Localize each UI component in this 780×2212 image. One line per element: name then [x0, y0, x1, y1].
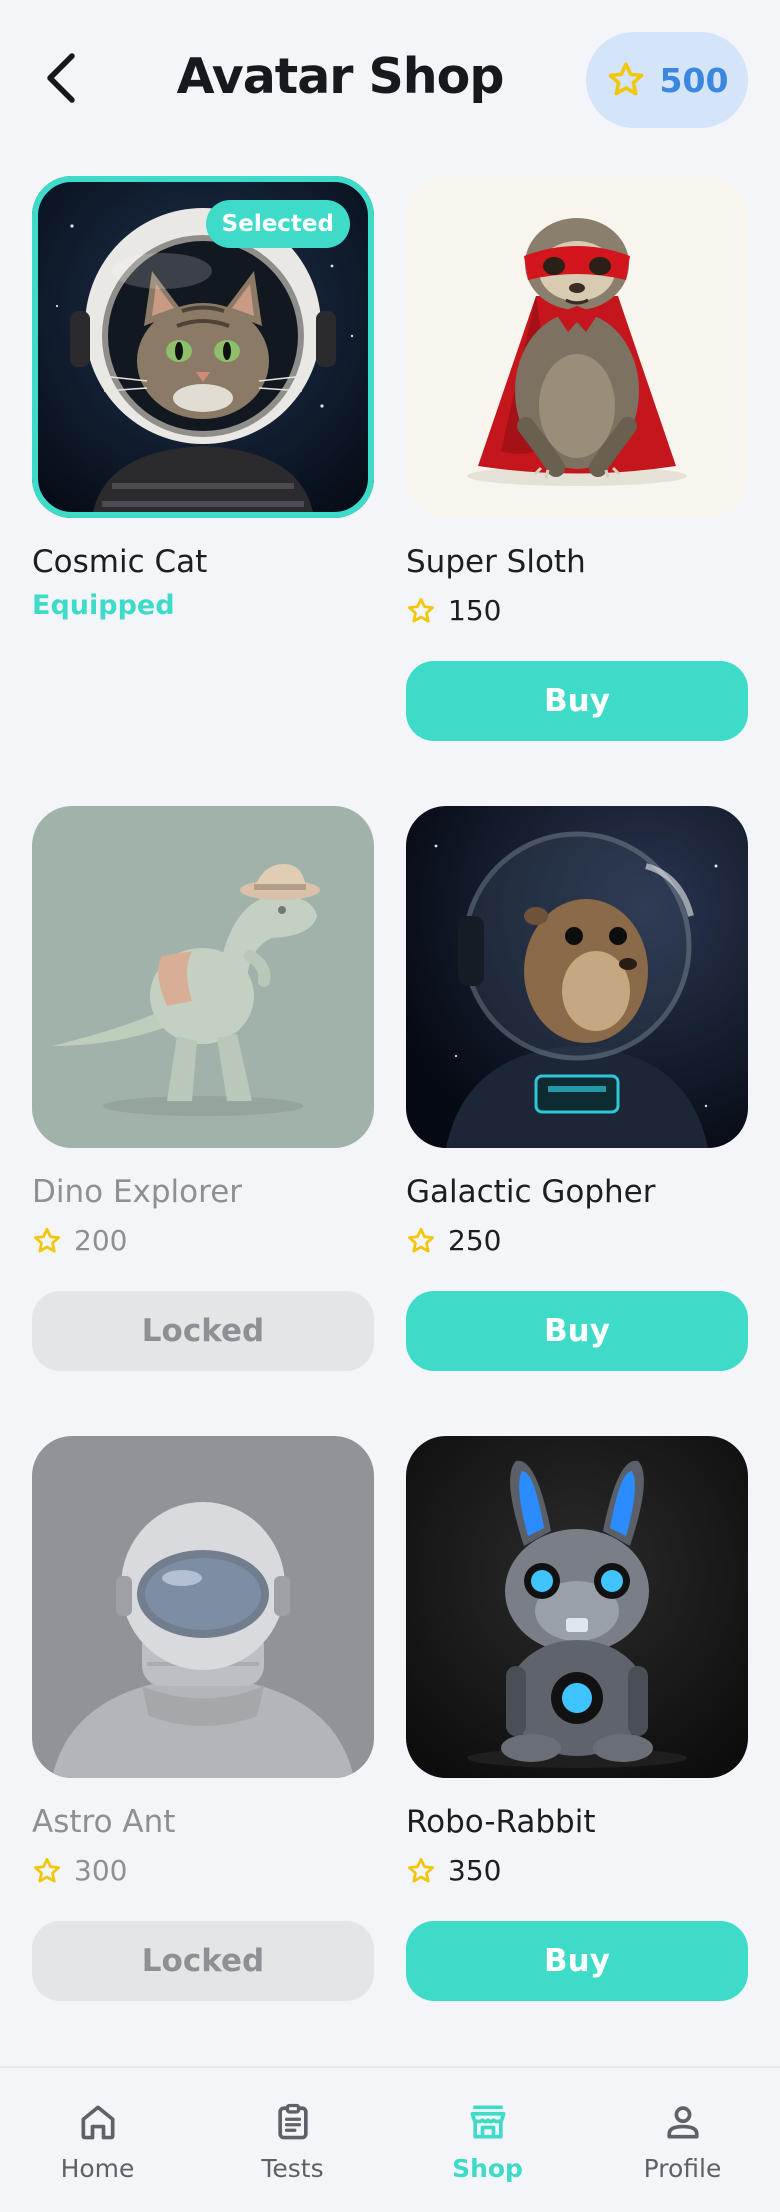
avatar-name: Super Sloth — [406, 544, 586, 580]
buy-button[interactable]: Buy — [406, 1921, 748, 2001]
avatar-card-robo-rabbit[interactable]: Robo-Rabbit 350 Buy — [406, 1436, 748, 2001]
price-value: 350 — [448, 1854, 502, 1887]
avatar-name: Robo-Rabbit — [406, 1804, 596, 1840]
equipped-status: Equipped — [32, 590, 175, 621]
avatar-price: 350 — [406, 1854, 748, 1887]
avatar-image-astro-ant[interactable] — [32, 1436, 374, 1778]
nav-label: Home — [60, 2154, 135, 2183]
avatar-price: 200 — [32, 1224, 374, 1257]
star-icon — [408, 597, 434, 622]
price-value: 200 — [74, 1224, 128, 1257]
price-value: 250 — [448, 1224, 502, 1257]
coin-count: 500 — [659, 60, 729, 100]
nav-item-home[interactable]: Home — [23, 2100, 173, 2183]
avatar-image-cosmic-cat[interactable]: Selected — [32, 176, 374, 518]
locked-button: Locked — [32, 1921, 374, 2001]
back-button[interactable] — [36, 46, 88, 110]
avatar-card-dino-explorer[interactable]: Dino Explorer 200 Locked — [32, 806, 374, 1371]
locked-button: Locked — [32, 1291, 374, 1371]
star-icon — [34, 1857, 60, 1882]
avatar-shop-screen: Avatar Shop 500 Selected Cosmic Cat Equi… — [0, 0, 780, 2212]
avatar-price: 300 — [32, 1854, 374, 1887]
price-value: 150 — [448, 594, 502, 627]
avatar-price: 150 — [406, 594, 748, 627]
star-icon — [608, 62, 643, 96]
home-icon — [81, 2105, 114, 2140]
nav-label: Profile — [643, 2154, 722, 2183]
avatar-image-galactic-gopher[interactable] — [406, 806, 748, 1148]
avatar-name: Dino Explorer — [32, 1174, 243, 1210]
avatar-card-galactic-gopher[interactable]: Galactic Gopher 250 Buy — [406, 806, 748, 1371]
avatar-name: Galactic Gopher — [406, 1174, 656, 1210]
buy-button[interactable]: Buy — [406, 1291, 748, 1371]
avatar-card-cosmic-cat[interactable]: Selected Cosmic Cat Equipped — [32, 176, 374, 621]
header: Avatar Shop 500 — [0, 0, 780, 165]
nav-item-profile[interactable]: Profile — [608, 2100, 758, 2183]
avatar-image-super-sloth[interactable] — [406, 176, 748, 518]
nav-item-shop[interactable]: Shop — [413, 2100, 563, 2183]
star-icon — [408, 1857, 434, 1882]
avatar-image-robo-rabbit[interactable] — [406, 1436, 748, 1778]
avatar-image-dino-explorer[interactable] — [32, 806, 374, 1148]
selected-badge: Selected — [205, 200, 350, 248]
price-value: 300 — [74, 1854, 128, 1887]
avatar-card-astro-ant[interactable]: Astro Ant 300 Locked — [32, 1436, 374, 2001]
person-icon — [666, 2106, 699, 2139]
avatar-name: Cosmic Cat — [32, 544, 208, 580]
nav-label: Tests — [261, 2154, 324, 2183]
avatar-price: 250 — [406, 1224, 748, 1257]
nav-item-tests[interactable]: Tests — [218, 2100, 368, 2183]
avatar-card-super-sloth[interactable]: Super Sloth 150 Buy — [406, 176, 748, 741]
buy-button[interactable]: Buy — [406, 661, 748, 741]
nav-label: Shop — [452, 2154, 523, 2183]
chevron-left-icon — [47, 53, 75, 103]
star-icon — [34, 1227, 60, 1252]
page-title: Avatar Shop — [176, 48, 505, 105]
store-icon — [470, 2105, 505, 2139]
bottom-nav: Home Tests Shop Profile — [0, 2066, 780, 2212]
avatar-name: Astro Ant — [32, 1804, 176, 1840]
clipboard-icon — [277, 2103, 308, 2140]
coin-balance[interactable]: 500 — [586, 32, 748, 128]
star-icon — [408, 1227, 434, 1252]
